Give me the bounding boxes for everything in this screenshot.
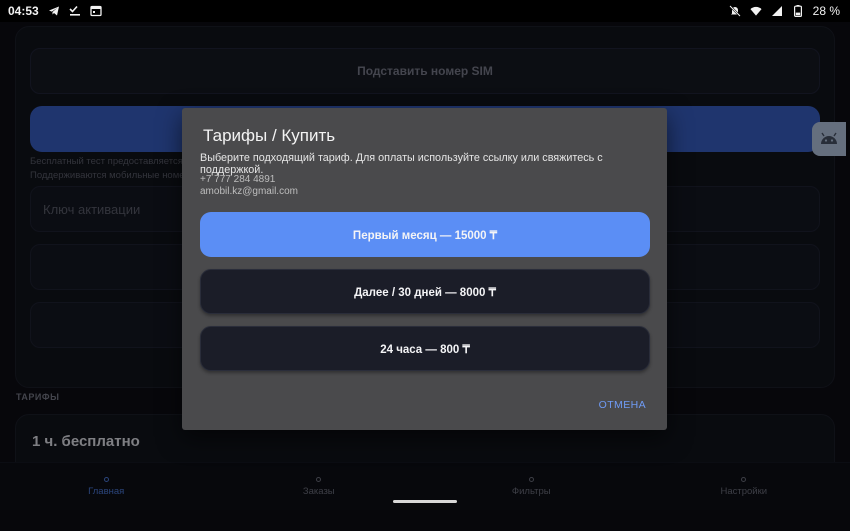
status-bar: 04:53 28 % <box>0 0 850 22</box>
status-bar-left: 04:53 <box>8 4 102 18</box>
wifi-icon <box>750 5 762 17</box>
battery-percent: 28 % <box>812 4 840 18</box>
dialog-title: Тарифы / Купить <box>203 126 336 145</box>
tariff-30-days-button[interactable]: Далее / 30 дней — 8000 ₸ <box>200 269 650 314</box>
telegram-icon <box>48 5 60 17</box>
tariff-24-hours-button[interactable]: 24 часа — 800 ₸ <box>200 326 650 371</box>
calendar-icon <box>90 5 102 17</box>
tariff-30-days-label: Далее / 30 дней — 8000 ₸ <box>354 286 496 299</box>
battery-icon <box>792 5 804 17</box>
tariff-first-month-button[interactable]: Первый месяц — 15000 ₸ <box>200 212 650 257</box>
signal-icon <box>771 5 783 17</box>
tariff-24-hours-label: 24 часа — 800 ₸ <box>380 343 470 356</box>
dialog-message: Выберите подходящий тариф. Для оплаты ис… <box>200 152 603 176</box>
mute-icon <box>728 5 741 17</box>
status-time: 04:53 <box>8 4 39 18</box>
cancel-button[interactable]: ОТМЕНА <box>599 399 646 411</box>
tariff-first-month-label: Первый месяц — 15000 ₸ <box>352 229 498 242</box>
tariffs-dialog: Тарифы / Купить Выберите подходящий тари… <box>182 108 667 430</box>
checklist-icon <box>69 5 81 17</box>
support-phone[interactable]: +7 777 284 4891 <box>200 174 275 185</box>
support-email[interactable]: amobil.kz@gmail.com <box>200 186 298 197</box>
gesture-home-bar[interactable] <box>393 500 457 503</box>
status-bar-right: 28 % <box>728 4 840 18</box>
